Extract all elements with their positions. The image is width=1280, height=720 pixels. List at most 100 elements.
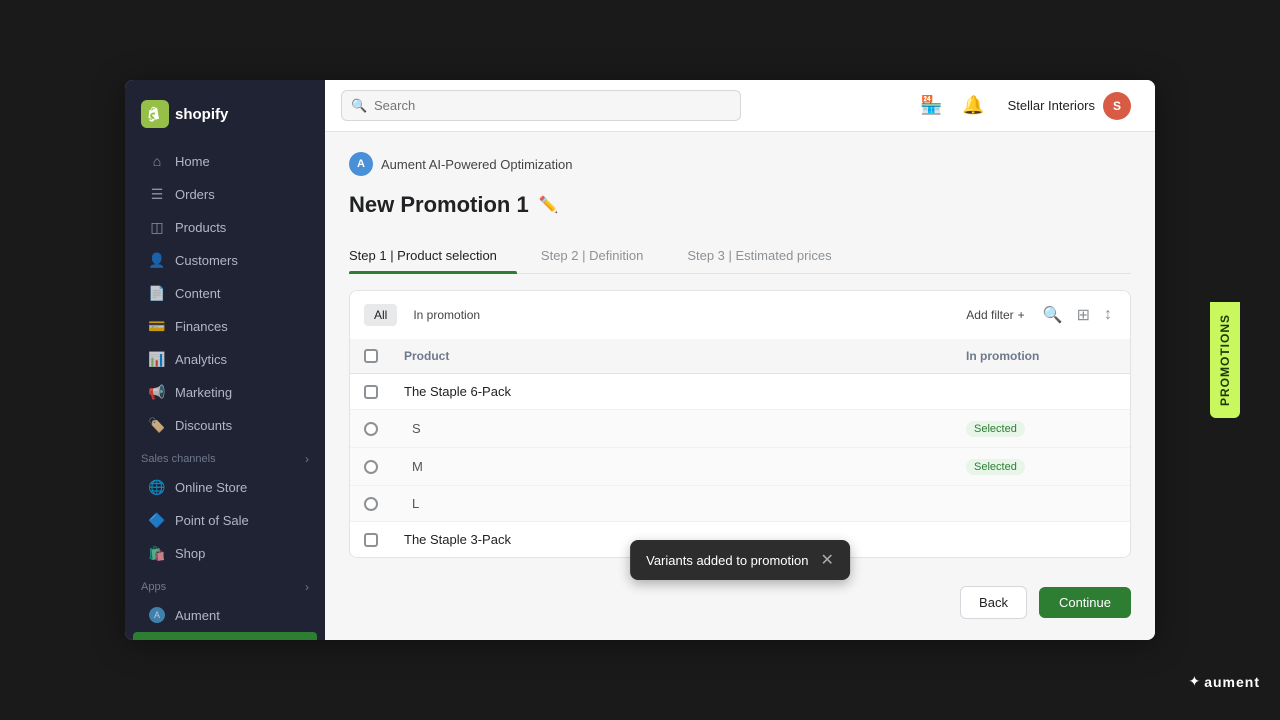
- filter-right: Add filter + 🔍 ⊞ ↕: [958, 301, 1116, 329]
- content-icon: 📄: [149, 285, 165, 301]
- shopify-logo-icon: [141, 100, 169, 128]
- toast-close-button[interactable]: ✕: [820, 550, 833, 570]
- sidebar-item-promotion[interactable]: Promotion: [133, 632, 317, 640]
- promotions-side-tab[interactable]: Promotions: [1210, 302, 1240, 418]
- row4-variant-name: L: [404, 496, 966, 511]
- row1-checkbox-cell: [364, 385, 404, 399]
- store-icon: 🏪: [920, 95, 942, 116]
- sidebar-item-promotion-label: Promotion: [169, 638, 228, 640]
- table-row: L: [350, 486, 1130, 522]
- sidebar-item-products[interactable]: ◫ Products: [133, 211, 317, 243]
- promotions-tab-label: Promotions: [1210, 302, 1240, 418]
- steps-bar: Step 1 | Product selection Step 2 | Defi…: [349, 238, 1131, 274]
- header-checkbox[interactable]: [364, 349, 378, 363]
- header-checkbox-cell: [364, 349, 404, 363]
- sidebar-item-analytics-label: Analytics: [175, 352, 227, 367]
- sidebar-item-aument[interactable]: A Aument: [133, 599, 317, 631]
- sidebar-item-shop[interactable]: 🛍️ Shop: [133, 537, 317, 569]
- sort-btn[interactable]: ↕: [1100, 302, 1116, 328]
- search-bar: 🔍: [341, 90, 741, 121]
- row3-checkbox[interactable]: [364, 460, 378, 474]
- sidebar-item-content-label: Content: [175, 286, 221, 301]
- sidebar-item-customers[interactable]: 👤 Customers: [133, 244, 317, 276]
- sidebar-item-pos-label: Point of Sale: [175, 513, 249, 528]
- filter-options-btn[interactable]: ⊞: [1073, 301, 1094, 329]
- row3-selected-badge: Selected: [966, 459, 1025, 475]
- discounts-icon: 🏷️: [149, 417, 165, 433]
- edit-title-button[interactable]: ✏️: [539, 195, 559, 215]
- sales-channels-section: Sales channels ›: [125, 442, 325, 470]
- sidebar-item-finances-label: Finances: [175, 319, 228, 334]
- user-pill[interactable]: Stellar Interiors S: [1000, 88, 1139, 124]
- step1-label: Step 1 | Product selection: [349, 248, 497, 263]
- step3-label: Step 3 | Estimated prices: [687, 248, 831, 263]
- row2-status: Selected: [966, 420, 1116, 437]
- sidebar-item-orders-label: Orders: [175, 187, 215, 202]
- sidebar-item-discounts[interactable]: 🏷️ Discounts: [133, 409, 317, 441]
- search-input[interactable]: [341, 90, 741, 121]
- sidebar-item-discounts-label: Discounts: [175, 418, 232, 433]
- tab-in-promotion[interactable]: In promotion: [405, 304, 488, 326]
- sidebar-item-content[interactable]: 📄 Content: [133, 277, 317, 309]
- step3-tab[interactable]: Step 3 | Estimated prices: [687, 238, 851, 273]
- search-filter-btn[interactable]: 🔍: [1039, 301, 1067, 329]
- sidebar-item-point-of-sale[interactable]: 🔷 Point of Sale: [133, 504, 317, 536]
- row4-checkbox[interactable]: [364, 497, 378, 511]
- table-header: Product In promotion: [350, 339, 1130, 374]
- sales-channels-label: Sales channels: [141, 453, 216, 465]
- sidebar-item-orders[interactable]: ☰ Orders: [133, 178, 317, 210]
- marketing-icon: 📢: [149, 384, 165, 400]
- customers-icon: 👤: [149, 252, 165, 268]
- main-content: 🔍 🏪 🔔 Stellar Interiors S: [325, 80, 1155, 640]
- toast-notification: Variants added to promotion ✕: [630, 540, 850, 580]
- aument-bottom-logo: ✦ aument: [1188, 673, 1260, 690]
- sidebar-item-aument-label: Aument: [175, 608, 220, 623]
- sidebar-item-finances[interactable]: 💳 Finances: [133, 310, 317, 342]
- shop-icon: 🛍️: [149, 545, 165, 561]
- user-avatar: S: [1103, 92, 1131, 120]
- topbar-store-icon-btn[interactable]: 🏪: [916, 90, 948, 122]
- tab-all[interactable]: All: [364, 304, 397, 326]
- filter-bar: All In promotion Add filter + 🔍 ⊞ ↕: [349, 290, 1131, 339]
- edit-icon: ✏️: [539, 195, 559, 215]
- toast-message: Variants added to promotion: [646, 553, 808, 568]
- row1-checkbox[interactable]: [364, 385, 378, 399]
- page-title: New Promotion 1: [349, 192, 529, 218]
- row5-checkbox[interactable]: [364, 533, 378, 547]
- sidebar-item-analytics[interactable]: 📊 Analytics: [133, 343, 317, 375]
- topbar-notification-btn[interactable]: 🔔: [958, 90, 990, 122]
- sidebar-item-marketing[interactable]: 📢 Marketing: [133, 376, 317, 408]
- row4-checkbox-cell: [364, 497, 404, 511]
- add-filter-button[interactable]: Add filter +: [958, 304, 1032, 326]
- row2-checkbox[interactable]: [364, 422, 378, 436]
- shopify-logo: shopify: [141, 100, 228, 128]
- sidebar-item-online-store[interactable]: 🌐 Online Store: [133, 471, 317, 503]
- sidebar: shopify ⌂ Home ☰ Orders ◫ Products 👤 Cus…: [125, 80, 325, 640]
- aument-nav-icon: A: [149, 607, 165, 623]
- row3-checkbox-cell: [364, 460, 404, 474]
- back-button[interactable]: Back: [960, 586, 1027, 619]
- aument-logo-text: aument: [1204, 674, 1260, 690]
- sidebar-item-home-label: Home: [175, 154, 210, 169]
- topbar: 🔍 🏪 🔔 Stellar Interiors S: [325, 80, 1155, 132]
- row2-variant-name: S: [404, 421, 966, 436]
- sidebar-logo: shopify: [125, 92, 325, 144]
- sidebar-nav: ⌂ Home ☰ Orders ◫ Products 👤 Customers 📄…: [125, 144, 325, 640]
- user-avatar-initials: S: [1113, 99, 1121, 113]
- aument-header: A Aument AI-Powered Optimization: [349, 152, 1131, 176]
- continue-button[interactable]: Continue: [1039, 587, 1131, 618]
- topbar-right: 🏪 🔔 Stellar Interiors S: [916, 88, 1139, 124]
- step1-tab[interactable]: Step 1 | Product selection: [349, 238, 517, 273]
- sales-channels-chevron: ›: [305, 452, 309, 466]
- product-table: Product In promotion The Staple 6-Pack: [349, 339, 1131, 558]
- step2-label: Step 2 | Definition: [541, 248, 643, 263]
- sidebar-item-online-store-label: Online Store: [175, 480, 247, 495]
- row3-variant-name: M: [404, 459, 966, 474]
- products-icon: ◫: [149, 219, 165, 235]
- col-product: Product: [404, 349, 966, 363]
- col-in-promotion: In promotion: [966, 349, 1116, 363]
- add-filter-label: Add filter: [966, 308, 1013, 322]
- sidebar-item-home[interactable]: ⌂ Home: [133, 145, 317, 177]
- orders-icon: ☰: [149, 186, 165, 202]
- step2-tab[interactable]: Step 2 | Definition: [541, 238, 663, 273]
